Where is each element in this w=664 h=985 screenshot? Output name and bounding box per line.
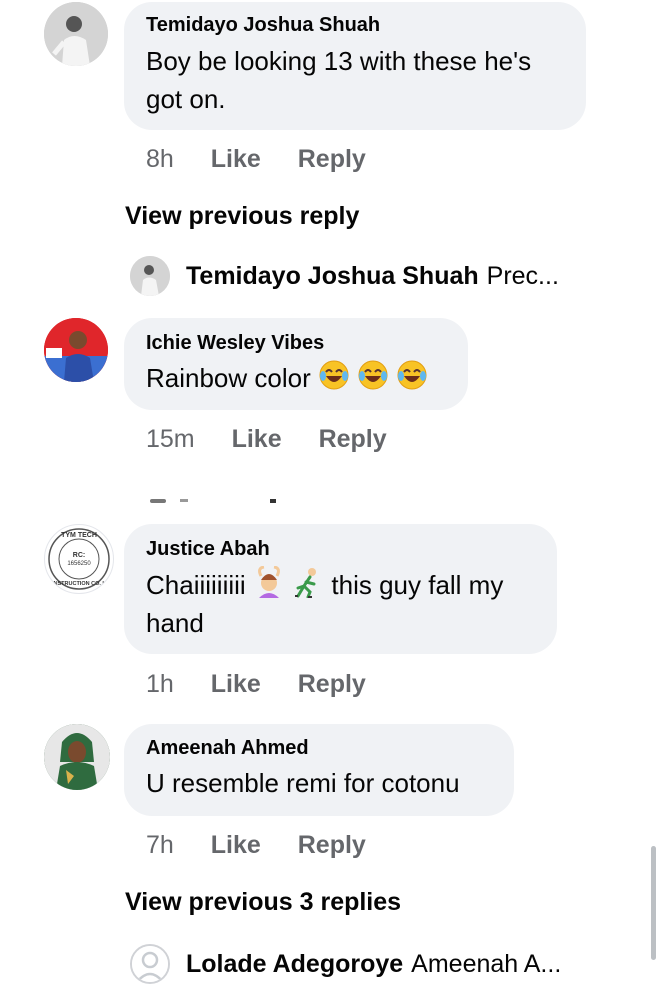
like-button[interactable]: Like [232, 425, 282, 454]
person-gesturing-ok-icon [257, 566, 280, 598]
avatar[interactable] [44, 2, 108, 66]
company-stamp-icon: TYM TECH RC: 1656250 CONSTRUCTION CO. LT… [45, 528, 113, 590]
like-button[interactable]: Like [211, 670, 261, 699]
comment-author[interactable]: Justice Abah [146, 538, 270, 561]
comment-actions: 15m Like Reply [146, 425, 417, 454]
avatar[interactable] [130, 944, 170, 984]
clipped-content [150, 492, 416, 503]
laughing-emoji-icon [319, 360, 349, 390]
laughing-emoji-icon [358, 360, 388, 390]
person-silhouette-icon [44, 2, 108, 66]
reply-button[interactable]: Reply [298, 831, 366, 860]
laughing-emoji-icon [397, 360, 427, 390]
like-button[interactable]: Like [211, 145, 261, 174]
reply-button[interactable]: Reply [298, 670, 366, 699]
reply-author[interactable]: Temidayo Joshua Shuah [186, 262, 479, 290]
view-previous-replies-link[interactable]: View previous reply [125, 202, 359, 231]
comment-time: 8h [146, 145, 174, 173]
reply-preview[interactable]: Temidayo Joshua Shuah Prec... [186, 262, 559, 291]
reply-snippet: Ameenah A... [411, 950, 562, 978]
comment-text: Chaiiiiiiiii this guy fall my hand [146, 566, 546, 642]
comment-actions: 7h Like Reply [146, 831, 396, 860]
person-silhouette-icon [130, 256, 170, 296]
person-running-icon [295, 568, 317, 598]
reply-author[interactable]: Lolade Adegoroye [186, 950, 403, 978]
comment-time: 15m [146, 425, 195, 453]
stamp-bottom-text: CONSTRUCTION CO. LTD [45, 581, 112, 587]
scrollbar[interactable] [651, 846, 656, 960]
profile-photo-icon [44, 318, 108, 382]
reply-preview[interactable]: Lolade Adegoroye Ameenah A... [186, 950, 561, 979]
avatar[interactable]: TYM TECH RC: 1656250 CONSTRUCTION CO. LT… [44, 524, 114, 594]
reply-button[interactable]: Reply [298, 145, 366, 174]
comment-text: Boy be looking 13 with these he's got on… [146, 46, 532, 114]
view-previous-replies-link[interactable]: View previous 3 replies [125, 888, 401, 917]
reply-snippet: Prec... [486, 262, 559, 290]
stamp-rc-text: RC: [73, 552, 85, 559]
comment-actions: 1h Like Reply [146, 670, 396, 699]
default-user-icon [132, 946, 168, 982]
like-button[interactable]: Like [211, 831, 261, 860]
comment-time: 1h [146, 670, 174, 698]
profile-photo-icon [44, 724, 110, 790]
avatar[interactable] [130, 256, 170, 296]
comment-actions: 8h Like Reply [146, 145, 396, 174]
emoji-row [318, 360, 428, 393]
comment-text: Rainbow color [146, 359, 428, 397]
comment-time: 7h [146, 831, 174, 859]
comment-author[interactable]: Temidayo Joshua Shuah [146, 14, 380, 37]
stamp-top-text: TYM TECH [61, 532, 97, 539]
avatar[interactable] [44, 318, 108, 382]
comment-text: U resemble remi for cotonu [146, 768, 460, 798]
comment-author[interactable]: Ameenah Ahmed [146, 737, 309, 760]
avatar[interactable] [44, 724, 110, 790]
reply-button[interactable]: Reply [319, 425, 387, 454]
stamp-number-text: 1656250 [67, 561, 91, 567]
comment-author[interactable]: Ichie Wesley Vibes [146, 332, 324, 355]
clipped-fragment-icon [150, 499, 416, 503]
